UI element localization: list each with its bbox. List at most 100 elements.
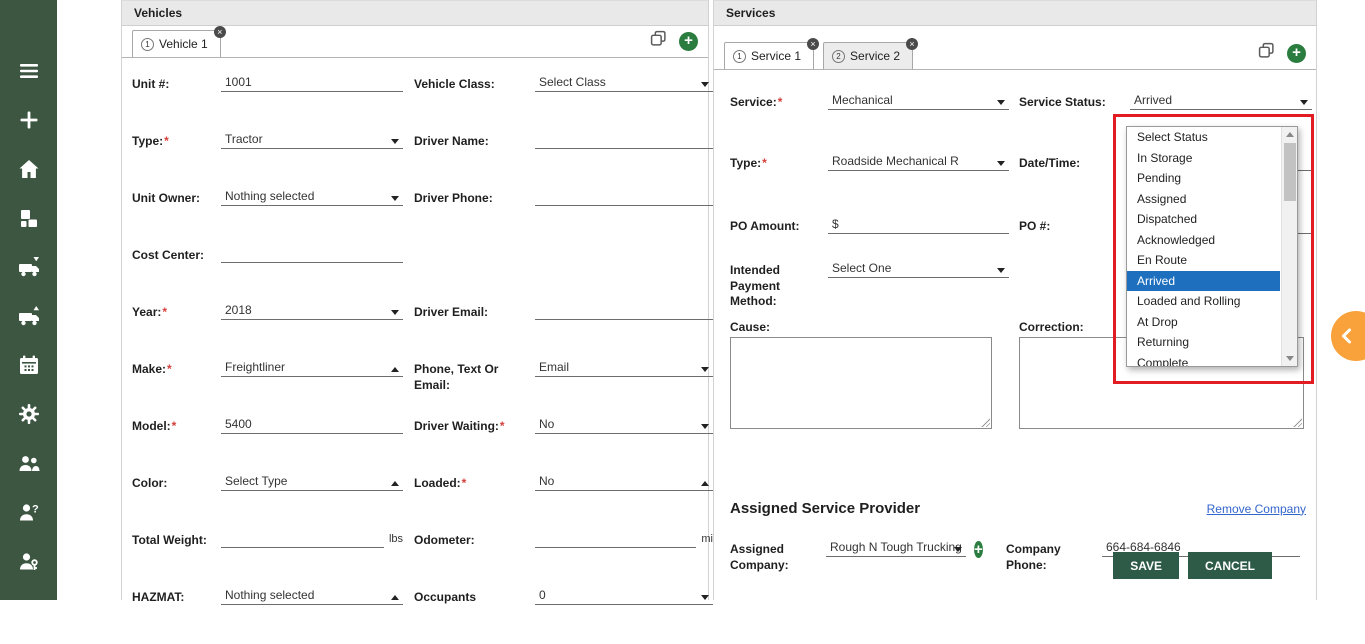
model-label: Model:* [132, 419, 177, 433]
assigned-company-select[interactable]: Rough N Tough Trucking [826, 539, 966, 557]
tab-label: Service 1 [751, 49, 802, 63]
add-service-button[interactable]: + [1287, 43, 1306, 63]
driver-phone-input[interactable] [535, 188, 713, 206]
user-question-icon[interactable]: ? [16, 499, 42, 525]
service-label: Service:* [730, 95, 783, 109]
loaded-select[interactable]: No [535, 473, 713, 491]
po-number-label: PO #: [1019, 219, 1051, 233]
status-option[interactable]: Pending [1127, 168, 1280, 189]
cancel-button[interactable]: CANCEL [1188, 552, 1272, 579]
tab-label: Vehicle 1 [159, 37, 208, 51]
intended-payment-method-select[interactable]: Select One [828, 260, 1009, 278]
phone-text-or-email-select[interactable]: Email [535, 359, 713, 377]
status-option[interactable]: Dispatched [1127, 209, 1280, 230]
sidebar: ? [0, 0, 57, 600]
chevron-down-icon [701, 82, 709, 87]
service-status-select[interactable]: Arrived [1130, 92, 1312, 110]
settings-icon[interactable] [16, 401, 42, 427]
chevron-up-icon [391, 367, 399, 372]
vehicle-class-label: Vehicle Class: [414, 77, 495, 91]
status-option[interactable]: At Drop [1127, 312, 1280, 333]
close-tab-icon[interactable]: × [906, 38, 919, 50]
duplicate-vehicle-icon[interactable] [650, 30, 667, 52]
tab-service-1[interactable]: 1 Service 1 × [724, 38, 820, 69]
total-weight-input[interactable] [221, 530, 384, 548]
save-button[interactable]: SAVE [1113, 552, 1179, 579]
tab-service-2[interactable]: 2 Service 2 × [823, 38, 919, 69]
service-select[interactable]: Mechanical [828, 92, 1009, 110]
truck-in-icon[interactable] [16, 254, 42, 280]
unit-owner-select[interactable]: Nothing selected [221, 188, 403, 206]
tab-number-badge: 1 [141, 37, 154, 51]
service-type-select[interactable]: Roadside Mechanical R [828, 153, 1009, 171]
truck-out-icon[interactable] [16, 303, 42, 329]
service-status-label: Service Status: [1019, 95, 1106, 109]
type-select[interactable]: Tractor [221, 131, 403, 149]
tab-vehicle-1[interactable]: 1 Vehicle 1 × [132, 26, 226, 57]
chevron-up-icon [391, 481, 399, 486]
vehicles-panel-title: Vehicles [122, 0, 708, 26]
status-option[interactable]: In Storage [1127, 148, 1280, 169]
color-select[interactable]: Select Type [221, 473, 403, 491]
driver-phone-label: Driver Phone: [414, 191, 493, 205]
provider-section-title: Assigned Service Provider [730, 500, 921, 517]
vehicles-panel: Vehicles 1 Vehicle 1 × + Unit #: 1001 Ve… [121, 0, 713, 605]
driver-name-label: Driver Name: [414, 134, 489, 148]
odometer-unit: mi [701, 533, 713, 545]
add-vehicle-button[interactable]: + [679, 31, 698, 51]
status-option[interactable]: Complete [1127, 353, 1280, 367]
user-key-icon[interactable] [16, 548, 42, 574]
hazmat-select[interactable]: Nothing selected [221, 587, 403, 605]
company-phone-label: Company Phone: [1006, 542, 1061, 572]
users-icon[interactable] [16, 450, 42, 476]
odometer-label: Odometer: [414, 533, 475, 547]
po-amount-input[interactable]: $ [828, 216, 1009, 234]
status-option[interactable]: Acknowledged [1127, 230, 1280, 251]
scroll-up-icon[interactable] [1286, 132, 1294, 137]
chevron-down-icon [701, 424, 709, 429]
chevron-up-icon [701, 481, 709, 486]
menu-icon[interactable] [16, 58, 42, 84]
chevron-down-icon [701, 367, 709, 372]
home-icon[interactable] [16, 156, 42, 182]
packages-icon[interactable] [16, 205, 42, 231]
driver-waiting-select[interactable]: No [535, 416, 713, 434]
cost-center-input[interactable] [221, 245, 403, 263]
occupants-select[interactable]: 0 [535, 587, 713, 605]
close-tab-icon[interactable]: × [807, 38, 820, 50]
chevron-down-icon [997, 161, 1005, 166]
vehicle-class-select[interactable]: Select Class [535, 74, 713, 92]
loaded-label: Loaded:* [414, 476, 467, 490]
status-option[interactable]: En Route [1127, 250, 1280, 271]
duplicate-service-icon[interactable] [1258, 42, 1275, 64]
vehicles-tabbar: 1 Vehicle 1 × + [122, 26, 708, 58]
scrollbar-thumb[interactable] [1284, 143, 1296, 201]
calendar-icon[interactable] [16, 352, 42, 378]
scroll-down-icon[interactable] [1286, 356, 1294, 361]
make-select[interactable]: Freightliner [221, 359, 403, 377]
year-select[interactable]: 2018 [221, 302, 403, 320]
driver-name-input[interactable] [535, 131, 713, 149]
status-option[interactable]: Returning [1127, 332, 1280, 353]
status-option-selected[interactable]: Arrived [1127, 270, 1280, 291]
driver-email-input[interactable] [535, 302, 713, 320]
status-option[interactable]: Loaded and Rolling [1127, 291, 1280, 312]
chevron-left-icon [1342, 328, 1351, 344]
close-tab-icon[interactable]: × [213, 26, 226, 38]
model-input[interactable]: 5400 [221, 416, 403, 434]
cause-textarea[interactable] [730, 337, 992, 429]
chevron-down-icon [391, 310, 399, 315]
add-icon[interactable] [16, 107, 42, 133]
status-option[interactable]: Select Status [1127, 127, 1280, 148]
vehicle-form: Unit #: 1001 Vehicle Class: Select Class… [132, 74, 713, 644]
type-label: Type:* [132, 134, 169, 148]
unit-number-label: Unit #: [132, 77, 170, 91]
status-option[interactable]: Assigned [1127, 189, 1280, 210]
chevron-down-icon [997, 268, 1005, 273]
unit-number-input[interactable]: 1001 [221, 74, 403, 92]
odometer-input[interactable] [535, 530, 697, 548]
add-company-button[interactable]: + [974, 541, 983, 558]
dropdown-scrollbar[interactable] [1281, 127, 1297, 366]
remove-company-link[interactable]: Remove Company [1207, 502, 1306, 516]
collapse-panel-button[interactable] [1331, 311, 1365, 361]
